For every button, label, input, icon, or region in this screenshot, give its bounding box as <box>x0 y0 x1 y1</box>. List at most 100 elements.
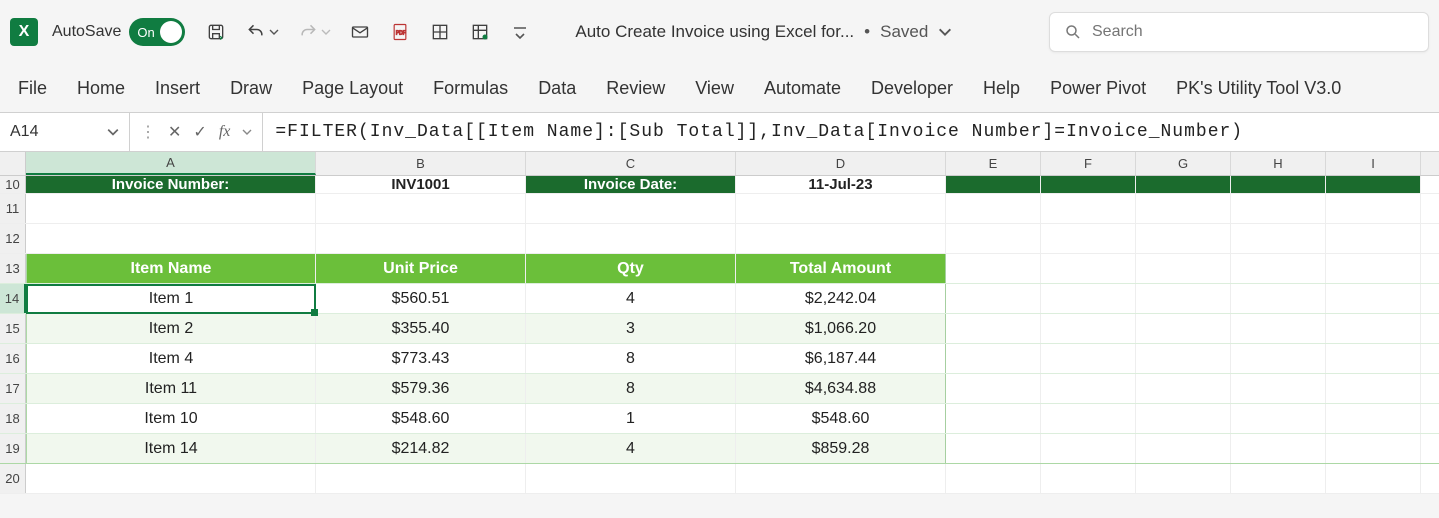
cell[interactable] <box>1231 224 1326 253</box>
autosave-switch[interactable]: On <box>129 18 185 46</box>
tab-home[interactable]: Home <box>77 78 125 99</box>
th-qty[interactable]: Qty <box>526 254 736 283</box>
save-icon[interactable] <box>205 21 227 43</box>
cell-price[interactable]: $579.36 <box>316 374 526 403</box>
cell[interactable] <box>1326 284 1421 313</box>
cell[interactable] <box>1326 314 1421 343</box>
cell-item[interactable]: Item 11 <box>26 374 316 403</box>
tab-formulas[interactable]: Formulas <box>433 78 508 99</box>
row-header[interactable]: 18 <box>0 404 26 433</box>
cell[interactable] <box>1231 464 1326 493</box>
table-icon[interactable] <box>469 21 491 43</box>
col-header-G[interactable]: G <box>1136 152 1231 175</box>
cell[interactable] <box>1136 374 1231 403</box>
cell[interactable] <box>1326 434 1421 463</box>
cell[interactable] <box>1326 344 1421 373</box>
row-header[interactable]: 19 <box>0 434 26 463</box>
cell[interactable] <box>1326 464 1421 493</box>
col-header-E[interactable]: E <box>946 152 1041 175</box>
cell[interactable] <box>1041 254 1136 283</box>
cell[interactable] <box>946 344 1041 373</box>
cell-total[interactable]: $1,066.20 <box>736 314 946 343</box>
cell-item[interactable]: Item 1 <box>26 284 316 313</box>
cell[interactable] <box>1326 254 1421 283</box>
cell[interactable] <box>946 314 1041 343</box>
cell[interactable] <box>946 284 1041 313</box>
row-header[interactable]: 15 <box>0 314 26 343</box>
chevron-down-icon[interactable] <box>242 129 252 135</box>
cell-total[interactable]: $548.60 <box>736 404 946 433</box>
col-header-F[interactable]: F <box>1041 152 1136 175</box>
cell[interactable] <box>26 194 316 223</box>
cell-price[interactable]: $214.82 <box>316 434 526 463</box>
cell-qty[interactable]: 3 <box>526 314 736 343</box>
cell[interactable] <box>1136 344 1231 373</box>
col-header-I[interactable]: I <box>1326 152 1421 175</box>
cell[interactable] <box>1231 284 1326 313</box>
cell[interactable] <box>26 464 316 493</box>
cell[interactable] <box>946 374 1041 403</box>
col-header-B[interactable]: B <box>316 152 526 175</box>
pdf-icon[interactable]: PDF <box>389 21 411 43</box>
col-header-C[interactable]: C <box>526 152 736 175</box>
cell[interactable] <box>1231 194 1326 223</box>
cell-invoice-number-value[interactable]: INV1001 <box>316 176 526 193</box>
cell-item[interactable]: Item 14 <box>26 434 316 463</box>
cell[interactable] <box>316 224 526 253</box>
cell[interactable] <box>1041 344 1136 373</box>
col-header-A[interactable]: A <box>26 152 316 175</box>
cell[interactable] <box>1136 284 1231 313</box>
cell[interactable] <box>1231 254 1326 283</box>
cell[interactable] <box>1326 224 1421 253</box>
cell-item[interactable]: Item 10 <box>26 404 316 433</box>
cell[interactable] <box>946 176 1041 193</box>
row-header[interactable]: 10 <box>0 176 26 193</box>
cell[interactable] <box>1136 434 1231 463</box>
cell-invoice-number-label[interactable]: Invoice Number: <box>26 176 316 193</box>
cell[interactable] <box>1326 176 1421 193</box>
row-header[interactable]: 17 <box>0 374 26 403</box>
cell[interactable] <box>1041 284 1136 313</box>
select-all-corner[interactable] <box>0 152 26 175</box>
cell[interactable] <box>1326 374 1421 403</box>
tab-page-layout[interactable]: Page Layout <box>302 78 403 99</box>
th-total[interactable]: Total Amount <box>736 254 946 283</box>
cell[interactable] <box>1041 314 1136 343</box>
tab-data[interactable]: Data <box>538 78 576 99</box>
cell[interactable] <box>1136 254 1231 283</box>
cell[interactable] <box>1231 314 1326 343</box>
row-header[interactable]: 14 <box>0 284 26 313</box>
borders-icon[interactable] <box>429 21 451 43</box>
tab-file[interactable]: File <box>18 78 47 99</box>
cell[interactable] <box>946 434 1041 463</box>
tab-power-pivot[interactable]: Power Pivot <box>1050 78 1146 99</box>
email-icon[interactable] <box>349 21 371 43</box>
col-header-D[interactable]: D <box>736 152 946 175</box>
cell-price[interactable]: $773.43 <box>316 344 526 373</box>
cell[interactable] <box>1136 404 1231 433</box>
cell[interactable] <box>1136 224 1231 253</box>
cell[interactable] <box>736 194 946 223</box>
tab-insert[interactable]: Insert <box>155 78 200 99</box>
customize-qat-icon[interactable] <box>509 21 531 43</box>
cancel-icon[interactable]: ✕ <box>168 122 181 142</box>
cell[interactable] <box>1041 464 1136 493</box>
cell[interactable] <box>1041 176 1136 193</box>
cell[interactable] <box>1231 344 1326 373</box>
row-header[interactable]: 13 <box>0 254 26 283</box>
name-box[interactable]: A14 <box>0 113 130 151</box>
cell[interactable] <box>946 194 1041 223</box>
tab-draw[interactable]: Draw <box>230 78 272 99</box>
cell-qty[interactable]: 1 <box>526 404 736 433</box>
chevron-down-icon[interactable] <box>938 28 952 36</box>
cell-item[interactable]: Item 2 <box>26 314 316 343</box>
cell[interactable] <box>1136 176 1231 193</box>
spreadsheet-grid[interactable]: A B C D E F G H I 10 Invoice Number: INV… <box>0 152 1439 494</box>
cell[interactable] <box>946 404 1041 433</box>
cell[interactable] <box>1231 374 1326 403</box>
chevron-down-icon[interactable] <box>107 128 119 136</box>
tab-automate[interactable]: Automate <box>764 78 841 99</box>
tab-developer[interactable]: Developer <box>871 78 953 99</box>
row-header[interactable]: 12 <box>0 224 26 253</box>
cell[interactable] <box>736 464 946 493</box>
